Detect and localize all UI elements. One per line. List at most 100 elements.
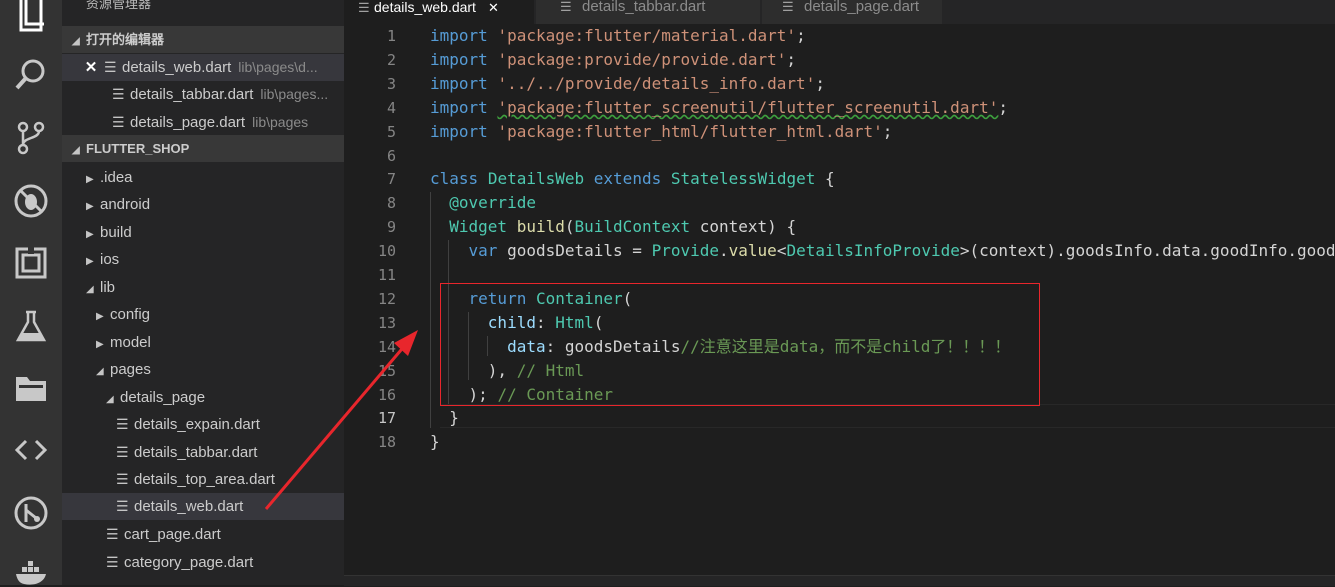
code-token: DetailsInfoProvide — [786, 241, 960, 261]
code-token: < — [776, 241, 787, 261]
tree-item[interactable]: ▶ config — [62, 301, 344, 328]
chevron-down-icon: ◢ — [86, 284, 94, 295]
line-number: 9 — [386, 218, 396, 237]
activity-bar — [0, 0, 62, 585]
file-lines-icon: ☰ — [112, 86, 125, 102]
tree-item[interactable]: ▶ model — [62, 329, 344, 356]
code-token: Provide — [651, 241, 719, 261]
code-token: . — [719, 241, 729, 261]
files-icon[interactable] — [0, 0, 62, 34]
code-token: ; — [882, 121, 893, 141]
code-token: value — [728, 241, 777, 261]
code-token: 'package:provide/provide.dart' — [497, 49, 787, 69]
line-number: 14 — [377, 337, 396, 356]
project-header[interactable]: ◢ FLUTTER_SHOP — [62, 135, 344, 162]
tab-details-tabbar[interactable]: ☰ details_tabbar.dart — [536, 0, 760, 24]
code-token: } — [430, 408, 459, 428]
code-token: 'package:flutter_html/flutter_html.dart' — [497, 121, 883, 141]
tree-item-selected[interactable]: ☰ details_web.dart — [62, 493, 344, 520]
open-editor-item[interactable]: ✕ ☰ details_web.dart lib\pages\d... — [62, 54, 344, 81]
line-number: 3 — [386, 74, 396, 93]
file-lines-icon: ☰ — [112, 114, 125, 130]
code-line: @override — [430, 191, 536, 215]
code-line: Widget build(BuildContext context) { — [430, 215, 796, 239]
horizontal-scrollbar[interactable] — [344, 575, 1335, 586]
code-line: import 'package:flutter_html/flutter_htm… — [430, 120, 892, 144]
open-editor-item[interactable]: ☰ details_tabbar.dart lib\pages... — [62, 81, 344, 108]
code-brackets-icon[interactable] — [0, 419, 62, 481]
highlight-annotation-box — [440, 283, 1040, 406]
file-lines-icon: ☰ — [116, 416, 129, 432]
tree-item[interactable]: ☰ cart_page.dart — [62, 521, 344, 548]
open-editors-header[interactable]: ◢ 打开的编辑器 — [62, 26, 344, 53]
explorer-title: 资源管理器 — [86, 0, 152, 11]
git-graph-icon[interactable] — [0, 482, 62, 544]
code-token: context) { — [690, 217, 797, 237]
line-number: 1 — [386, 27, 396, 45]
tree-item[interactable]: ◢ pages — [62, 356, 344, 383]
code-token: ; — [815, 73, 825, 93]
code-token: ; — [796, 26, 806, 45]
tree-item[interactable]: ◢ details_page — [62, 384, 344, 411]
code-token: 'package:flutter/material.dart' — [497, 26, 797, 45]
code-line: class DetailsWeb extends StatelessWidget… — [430, 167, 835, 191]
file-lines-icon: ☰ — [782, 0, 794, 14]
line-number: 11 — [377, 266, 396, 284]
test-flask-icon[interactable] — [0, 295, 62, 357]
tree-item[interactable]: ▶ android — [62, 191, 344, 218]
close-icon[interactable]: ✕ — [488, 0, 499, 15]
line-number: 6 — [386, 146, 396, 165]
tree-item[interactable]: ☰ details_top_area.dart — [62, 466, 344, 493]
explorer-sidebar: 资源管理器 ◢ 打开的编辑器 ✕ ☰ details_web.dart lib\page… — [62, 0, 344, 585]
code-line: var goodsDetails = Provide.value<Details… — [430, 239, 1335, 263]
line-number: 15 — [377, 361, 396, 380]
code-token: DetailsWeb — [487, 169, 585, 189]
docker-icon[interactable] — [0, 555, 62, 585]
code-line: import 'package:flutter/material.dart'; — [430, 24, 806, 48]
code-token: class — [430, 169, 479, 189]
tab-details-page[interactable]: ☰ details_page.dart — [762, 0, 942, 24]
tree-item[interactable]: ▶ build — [62, 219, 344, 246]
open-editor-item[interactable]: ☰ details_page.dart lib\pages — [62, 109, 344, 136]
tree-item[interactable]: ▶ .idea — [62, 164, 344, 191]
chevron-down-icon: ◢ — [72, 36, 80, 47]
file-lines-icon: ☰ — [116, 498, 129, 514]
code-line: } — [430, 430, 440, 454]
chevron-right-icon: ▶ — [96, 339, 104, 350]
code-token: ; — [786, 49, 797, 69]
tree-item[interactable]: ▶ ios — [62, 246, 344, 273]
source-control-icon[interactable] — [0, 107, 62, 169]
chevron-right-icon: ▶ — [86, 229, 94, 240]
chevron-right-icon: ▶ — [86, 201, 94, 212]
line-number: 13 — [377, 313, 396, 332]
tree-item[interactable]: ☰ details_expain.dart — [62, 411, 344, 438]
code-token: goodsDetails = — [497, 241, 652, 261]
code-token: ( — [564, 217, 575, 237]
line-number: 16 — [377, 385, 396, 404]
chevron-right-icon: ▶ — [86, 256, 94, 267]
chevron-down-icon: ◢ — [72, 145, 80, 156]
file-lines-icon: ☰ — [104, 59, 117, 75]
tree-item[interactable]: ☰ details_tabbar.dart — [62, 439, 344, 466]
folder-icon[interactable] — [0, 357, 62, 419]
code-token: extends — [593, 169, 662, 189]
file-lines-icon: ☰ — [358, 0, 370, 15]
line-number: 5 — [386, 122, 396, 141]
line-number: 17 — [377, 409, 396, 428]
tab-details-web[interactable]: ☰ details_web.dart ✕ — [344, 0, 534, 24]
line-number: 12 — [377, 289, 396, 308]
search-icon[interactable] — [0, 44, 62, 106]
debug-icon[interactable] — [0, 170, 62, 232]
extensions-icon[interactable] — [0, 232, 62, 294]
tree-item[interactable]: ☰ category_page.dart — [62, 549, 344, 576]
tree-item[interactable]: ◢ lib — [62, 274, 344, 301]
code-token: import — [430, 49, 488, 69]
close-icon[interactable]: ✕ — [78, 54, 104, 81]
